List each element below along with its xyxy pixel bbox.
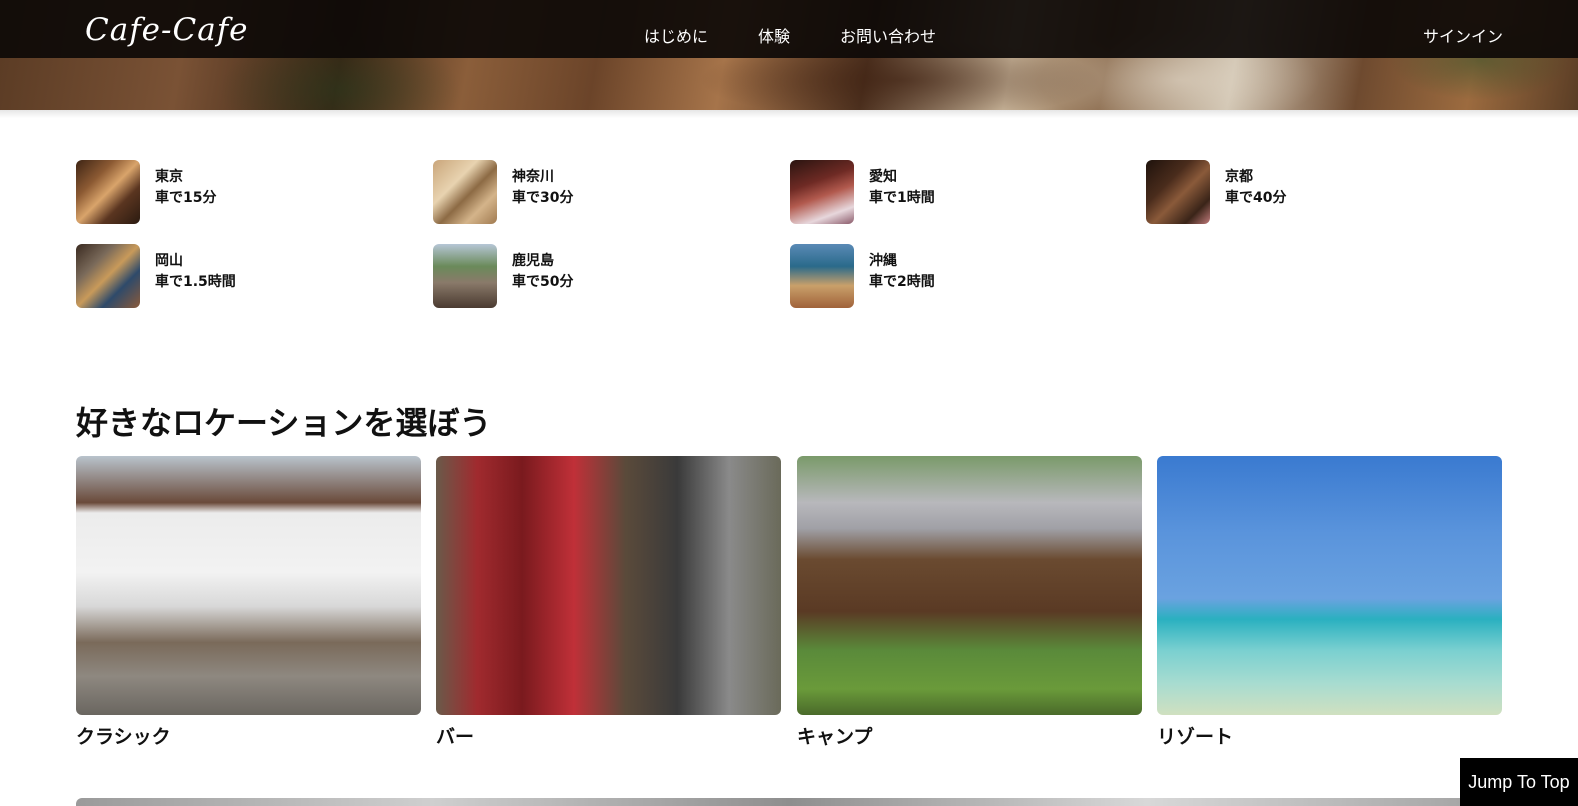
category-label: リゾート [1157,726,1234,748]
location-drive-time: 車で30分 [512,190,574,206]
category-label: バー [436,726,475,748]
location-drive-time: 車で50分 [512,274,574,290]
section-title: 好きなロケーションを選ぼう [76,404,492,442]
location-thumbnail [790,160,854,224]
category-label: キャンプ [797,726,873,748]
category-image [797,456,1142,715]
location-name: 沖縄 [869,253,897,269]
location-name: 愛知 [869,169,897,185]
location-item-okinawa[interactable]: 沖縄 車で2時間 [790,244,1090,308]
location-thumbnail [76,244,140,308]
nav-link-contact[interactable]: お問い合わせ [840,23,936,47]
signin-link[interactable]: サインイン [1423,23,1503,47]
location-name: 岡山 [155,253,183,269]
next-section-image [76,798,1503,806]
location-drive-time: 車で15分 [155,190,217,206]
nav-link-intro[interactable]: はじめに [644,23,708,47]
top-navigation-bar: Cafe-Cafe はじめに 体験 お問い合わせ サインイン [0,0,1578,58]
location-thumbnail [433,244,497,308]
header-shadow [0,110,1578,118]
location-item-aichi[interactable]: 愛知 車で1時間 [790,160,1090,224]
location-item-tokyo[interactable]: 東京 車で15分 [76,160,376,224]
location-thumbnail [433,160,497,224]
location-name: 京都 [1225,169,1253,185]
location-name: 東京 [155,169,183,185]
category-card-resort[interactable]: リゾート [1157,456,1502,748]
location-item-kyoto[interactable]: 京都 車で40分 [1146,160,1446,224]
category-image [76,456,421,715]
location-item-kanagawa[interactable]: 神奈川 車で30分 [433,160,733,224]
location-drive-time: 車で40分 [1225,190,1287,206]
category-card-classic[interactable]: クラシック [76,456,421,748]
location-thumbnail [790,244,854,308]
category-image [436,456,781,715]
nav-link-experience[interactable]: 体験 [758,23,790,47]
location-drive-time: 車で2時間 [869,274,935,290]
location-item-okayama[interactable]: 岡山 車で1.5時間 [76,244,376,308]
category-card-camp[interactable]: キャンプ [797,456,1142,748]
location-drive-time: 車で1時間 [869,190,935,206]
site-logo[interactable]: Cafe-Cafe [85,12,249,48]
location-item-kagoshima[interactable]: 鹿児島 車で50分 [433,244,733,308]
location-drive-time: 車で1.5時間 [155,274,236,290]
category-image [1157,456,1502,715]
category-label: クラシック [76,726,171,748]
location-thumbnail [1146,160,1210,224]
jump-to-top-button[interactable]: Jump To Top [1460,758,1578,806]
location-thumbnail [76,160,140,224]
location-name: 神奈川 [512,169,554,185]
location-name: 鹿児島 [512,253,554,269]
category-card-bar[interactable]: バー [436,456,781,748]
